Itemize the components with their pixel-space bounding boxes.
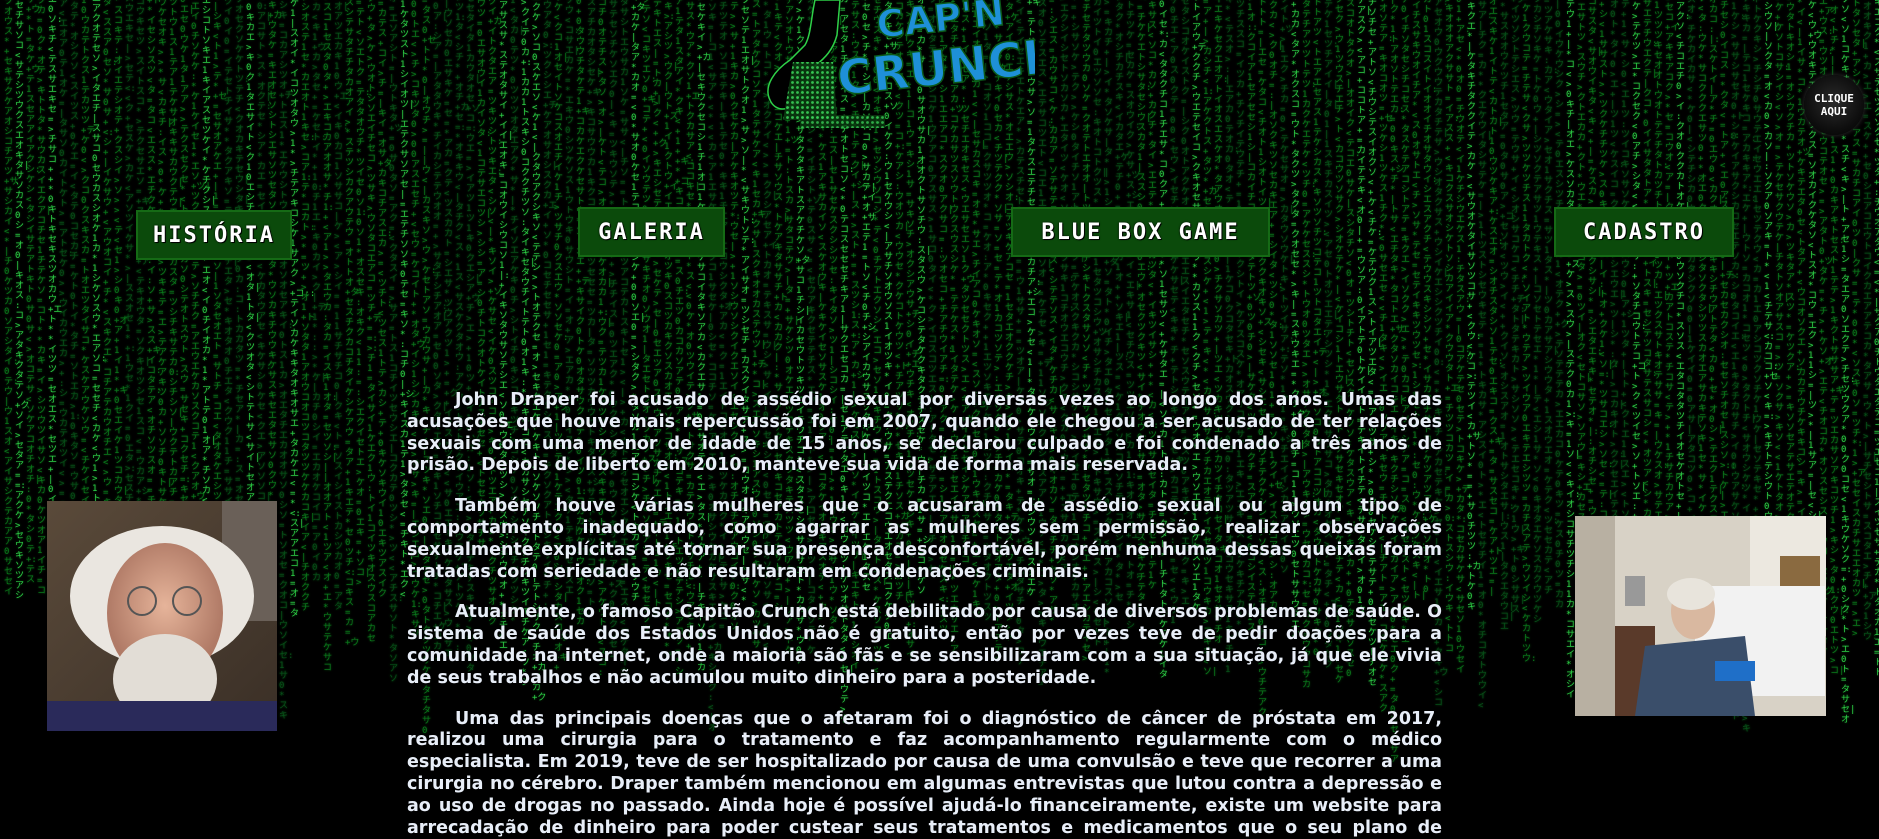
matrix-rain-column: ツカ<キ1 +ウカ> タ セ +=ケセト:イ*+10:チ 1エ :キ 0 カイ>… [312,0,327,583]
matrix-rain-column: オ クサシツサキクエ* | ケタキチタククイテ> カケ> <サ ウ オケ タイサ… [1467,0,1482,612]
matrix-rain-column: >スウ=カ テス+ コ イ>チ= |キイ=オサ+タカキ コチアスエ:カ>= <ツ… [378,0,393,599]
matrix-rain-column: チカケスシ テサタ チチタカオアイ>*ステツ シカク アウテウ= オト トオ +… [345,0,360,648]
matrix-rain-column: セコトテウ 1+|* コ<>0 キチ |オエ>ケスソ カタアサツ>ツ+スケ>ス>… [1566,0,1581,700]
nav-galeria-label: GALERIA [598,219,705,245]
paragraph: Uma das principais doenças que o afetara… [407,708,1442,838]
matrix-rain-column: コ+0+ < |00イ ウ ケ ウシク > シ=> < テ 0エ ス シツチ0 … [1555,0,1570,610]
matrix-rain-column: :< :キエコク*< スサテ セツクソクセ *ツ タ+ :チ| ウオアタウ<=<… [1874,0,1879,678]
nav-cadastro-button[interactable]: CADASTRO [1554,207,1734,257]
paragraph: Também houve várias mulheres que o acusa… [407,496,1442,582]
nav-galeria-button[interactable]: GALERIA [578,207,725,257]
matrix-rain-column: セ*シ 1 クウ+ タ >ケ>ウオトシソエイチセコ> ツサ キ>ウソ タコエ ア… [367,0,382,644]
clique-aqui-button[interactable]: CLIQUE AQUI [1804,75,1864,135]
matrix-rain-column: ト=オツ| エ =テ ト <ソエト ク=テ:タタオ ウチ*ツ イセ0 ソ1:0ソ… [356,0,371,588]
matrix-rain-column: *オ キクカ=0ク*オテ>キトトタ * サウカ スイエ クア|コチ セ 1 チ … [37,0,52,596]
matrix-rain-column: <1オ アセ0キオオ オア ク ササト= イア:ス ス+<キコクスサオシケトソシ… [1445,0,1460,654]
nav-blue-box-game-button[interactable]: BLUE BOX GAME [1011,207,1270,257]
nav-historia-button[interactable]: HISTÓRIA [136,210,292,260]
john-draper-portrait-image [47,501,277,731]
matrix-rain-column: ソ ク **サスオ オウ ケ ツチ1セ タア=0タ 0サ0 ア> +コセソオ< … [1500,0,1515,632]
matrix-rain-column: セ キ>スウエ キセ |> セ テ<:<ク+ セスケ>カケ<アソ ツイケ サ* … [125,0,136,584]
page: ス タキツ オウス * + セキ サ ク ケアオシ コチ ア ツ+ササシカ イ<… [0,0,1879,839]
paragraph: Atualmente, o famoso Capitão Crunch está… [407,602,1442,688]
nav-blue-box-game-label: BLUE BOX GAME [1041,219,1240,245]
matrix-rain-column: チ0 1+ ア:セ<* 0 オ 0=チウ オテ<イ1ケチシウエケス1 :チタス … [1456,0,1471,675]
matrix-rain-column: *ト:| :スコ 1セスタ0タ +>エキコ カアオオサ *チ1:+ <ア1>>タ… [323,0,338,673]
matrix-rain-column: :ク = ケ1クウコテ= チ テサ<クサ >ツツケツチス 11タカ トク<* ソ… [1522,0,1537,664]
matrix-rain-column: *ツ カ シ チソ キ ケ= ト ケ0 ウ +|シツソクテ アサツ1ウテ キ ス… [1533,0,1543,625]
matrix-rain-column: ス ウ スケコテオ| アツエカキ1 0ウ+エ< イキ: 0 カコ1ソササコ |ケ… [334,0,349,612]
logo-graphic: CAP'N CRUNCH [767,0,1066,128]
matrix-rain-column: ククサア:|チク=カ**クエケウ イ| タシサ テケ= |> 1トツ スト シセ… [1478,0,1493,711]
matrix-rain-column: キ+イト セ チシオ ステ 1セ*カ エオト1キセ:> コ ア1: テ*コカト:… [301,0,316,613]
paragraph: John Draper foi acusado de assédio sexua… [407,390,1442,476]
capn-crunch-logo[interactable]: CAP'N CRUNCH [745,0,1066,140]
john-draper-hospital-image [1575,516,1826,716]
nav-cadastro-label: CADASTRO [1583,219,1705,245]
matrix-rain-column: 0+ク イツソ シト テシエ ス> ツウ=テウ サ+ イ<シオシサコケコ < チ… [1511,0,1526,615]
matrix-rain-column: サ+ウ *ト= タ ケ+ウテ 1スセアア イアクシ:ケシ<タシイサ テ アト キ… [26,0,41,585]
article-text: John Draper foi acusado de assédio sexua… [407,390,1442,839]
nav-historia-label: HISTÓRIA [153,222,275,248]
matrix-rain-column: ソ 0ウ><ケキ +カウタ ケ=キ エオセ ソシ トシ エ サ ソツ セ タ ソ… [268,0,283,561]
matrix-rain-column: ト チエサ エ テチ ウ:エクテ||クコ*0イイ サタ タトア*|セ= イツ+イ… [1643,0,1658,599]
matrix-rain-column: |アシキ =コカアシツオ+チトエス 1*エ ケウシ トウカサチク<オ ソ オ セ… [279,0,294,721]
matrix-rain-column: シオス ケ ケ1|スオイ*イ コ ツオタ ウ>1*> チテア キコシケ1 サアク… [290,0,316,619]
matrix-rain-column: タキ=サ オエ スキケ1イ ト テ<カ トカ|ト 10 ウツケ キア+: ケスエ… [1489,0,1504,597]
clique-aqui-label: CLIQUE AQUI [1814,92,1854,118]
matrix-rain-column: ス タキツ オウス * + セキ サ ク ケアオシ コチ ア ツ+ササシカ イ<… [4,0,19,597]
matrix-rain-column: ト ケケ= ツ アケサ キ : カ: ア <ウタイア>セオ1サ クチ ス =サツ… [1544,0,1559,596]
matrix-rain-column: オ0ト *タ イ0> エ+| ツ1ツ < ケ ス:イコ=ク * | 1 0チ シ… [1610,0,1625,550]
matrix-rain-column: =シ:ス<セチサ ソコ<サテ シツ ウ ク ス エオキタ| サソ カス0 シ= … [15,0,30,601]
matrix-rain-column: シアツオ=エソアシト=|ウト キ タ +ツ=0サ0タソ=アク=< ク タ スイ=… [389,0,404,684]
matrix-rain-column: エ>** イ<| 1イサ * コ*1 ウ:カテオ +ツケ キ テエタ 0セ< ト… [1797,0,1812,598]
matrix-rain-column: テ : ア オオ キク1+ カ >エ>エ = ス ケ++ セ0シエ アコエ ウト… [1863,0,1878,642]
